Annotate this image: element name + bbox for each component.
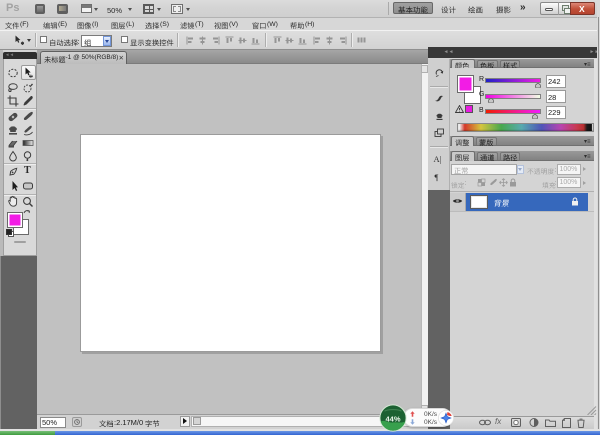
svg-text:44%: 44% [385,414,400,423]
